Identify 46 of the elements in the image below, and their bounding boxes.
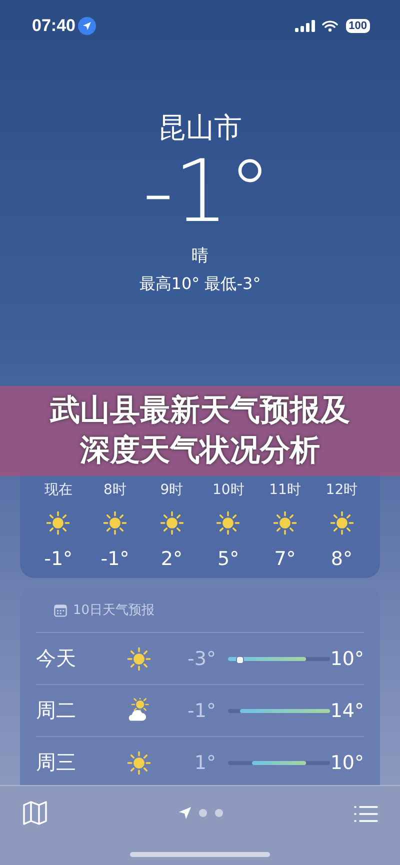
low-temperature: -1° — [186, 700, 216, 722]
current-temperature: -1° — [142, 146, 272, 238]
high-temperature: 14° — [330, 700, 364, 722]
calendar-icon — [54, 604, 67, 616]
sun-icon — [126, 646, 152, 672]
hour-label: 9时 — [160, 481, 184, 500]
hour-temperature: 5° — [218, 547, 240, 572]
sun-icon — [126, 750, 152, 776]
city-name: 昆山市 — [158, 110, 242, 146]
battery-level: 100 — [346, 19, 370, 33]
wifi-icon — [322, 20, 338, 32]
day-label: 周二 — [36, 697, 77, 724]
cloud-sun-icon — [126, 698, 152, 724]
map-icon[interactable] — [22, 800, 48, 826]
high-temperature: 10° — [330, 752, 364, 774]
weather-condition: 晴 — [192, 245, 208, 268]
status-time: 07:40 — [32, 16, 76, 36]
page-dot[interactable] — [215, 809, 223, 817]
day-label: 今天 — [36, 645, 77, 672]
hour-label: 12时 — [326, 481, 358, 500]
hour-label: 现在 — [44, 481, 72, 500]
hour-label: 10时 — [212, 481, 244, 500]
hour-temperature: 7° — [274, 547, 296, 572]
sun-icon — [272, 510, 298, 536]
headline-text: 武山县最新天气预报及深度天气状况分析 — [50, 392, 350, 470]
list-icon[interactable] — [354, 804, 378, 824]
sun-icon — [328, 510, 355, 536]
sun-icon — [158, 510, 185, 536]
high-low-temperature: 最高10° 最低-3° — [139, 273, 261, 295]
day-label: 周三 — [36, 749, 77, 776]
daily-forecast-title: 10日天气预报 — [73, 602, 155, 619]
hour-temperature: -1° — [100, 547, 130, 572]
low-temperature: 1° — [193, 752, 216, 774]
signal-icon — [294, 20, 315, 32]
page-dot[interactable] — [199, 809, 207, 817]
hour-temperature: 2° — [160, 547, 182, 572]
sun-icon — [45, 510, 72, 536]
high-temperature: 10° — [330, 648, 364, 670]
hour-label: 8时 — [104, 481, 126, 500]
sun-icon — [102, 510, 128, 536]
sun-icon — [215, 510, 242, 536]
low-temperature: -3° — [186, 648, 216, 670]
hour-label: 11时 — [269, 481, 301, 500]
hour-temperature: -1° — [44, 547, 73, 572]
location-page-icon[interactable] — [179, 807, 191, 819]
hour-temperature: 8° — [330, 547, 352, 572]
